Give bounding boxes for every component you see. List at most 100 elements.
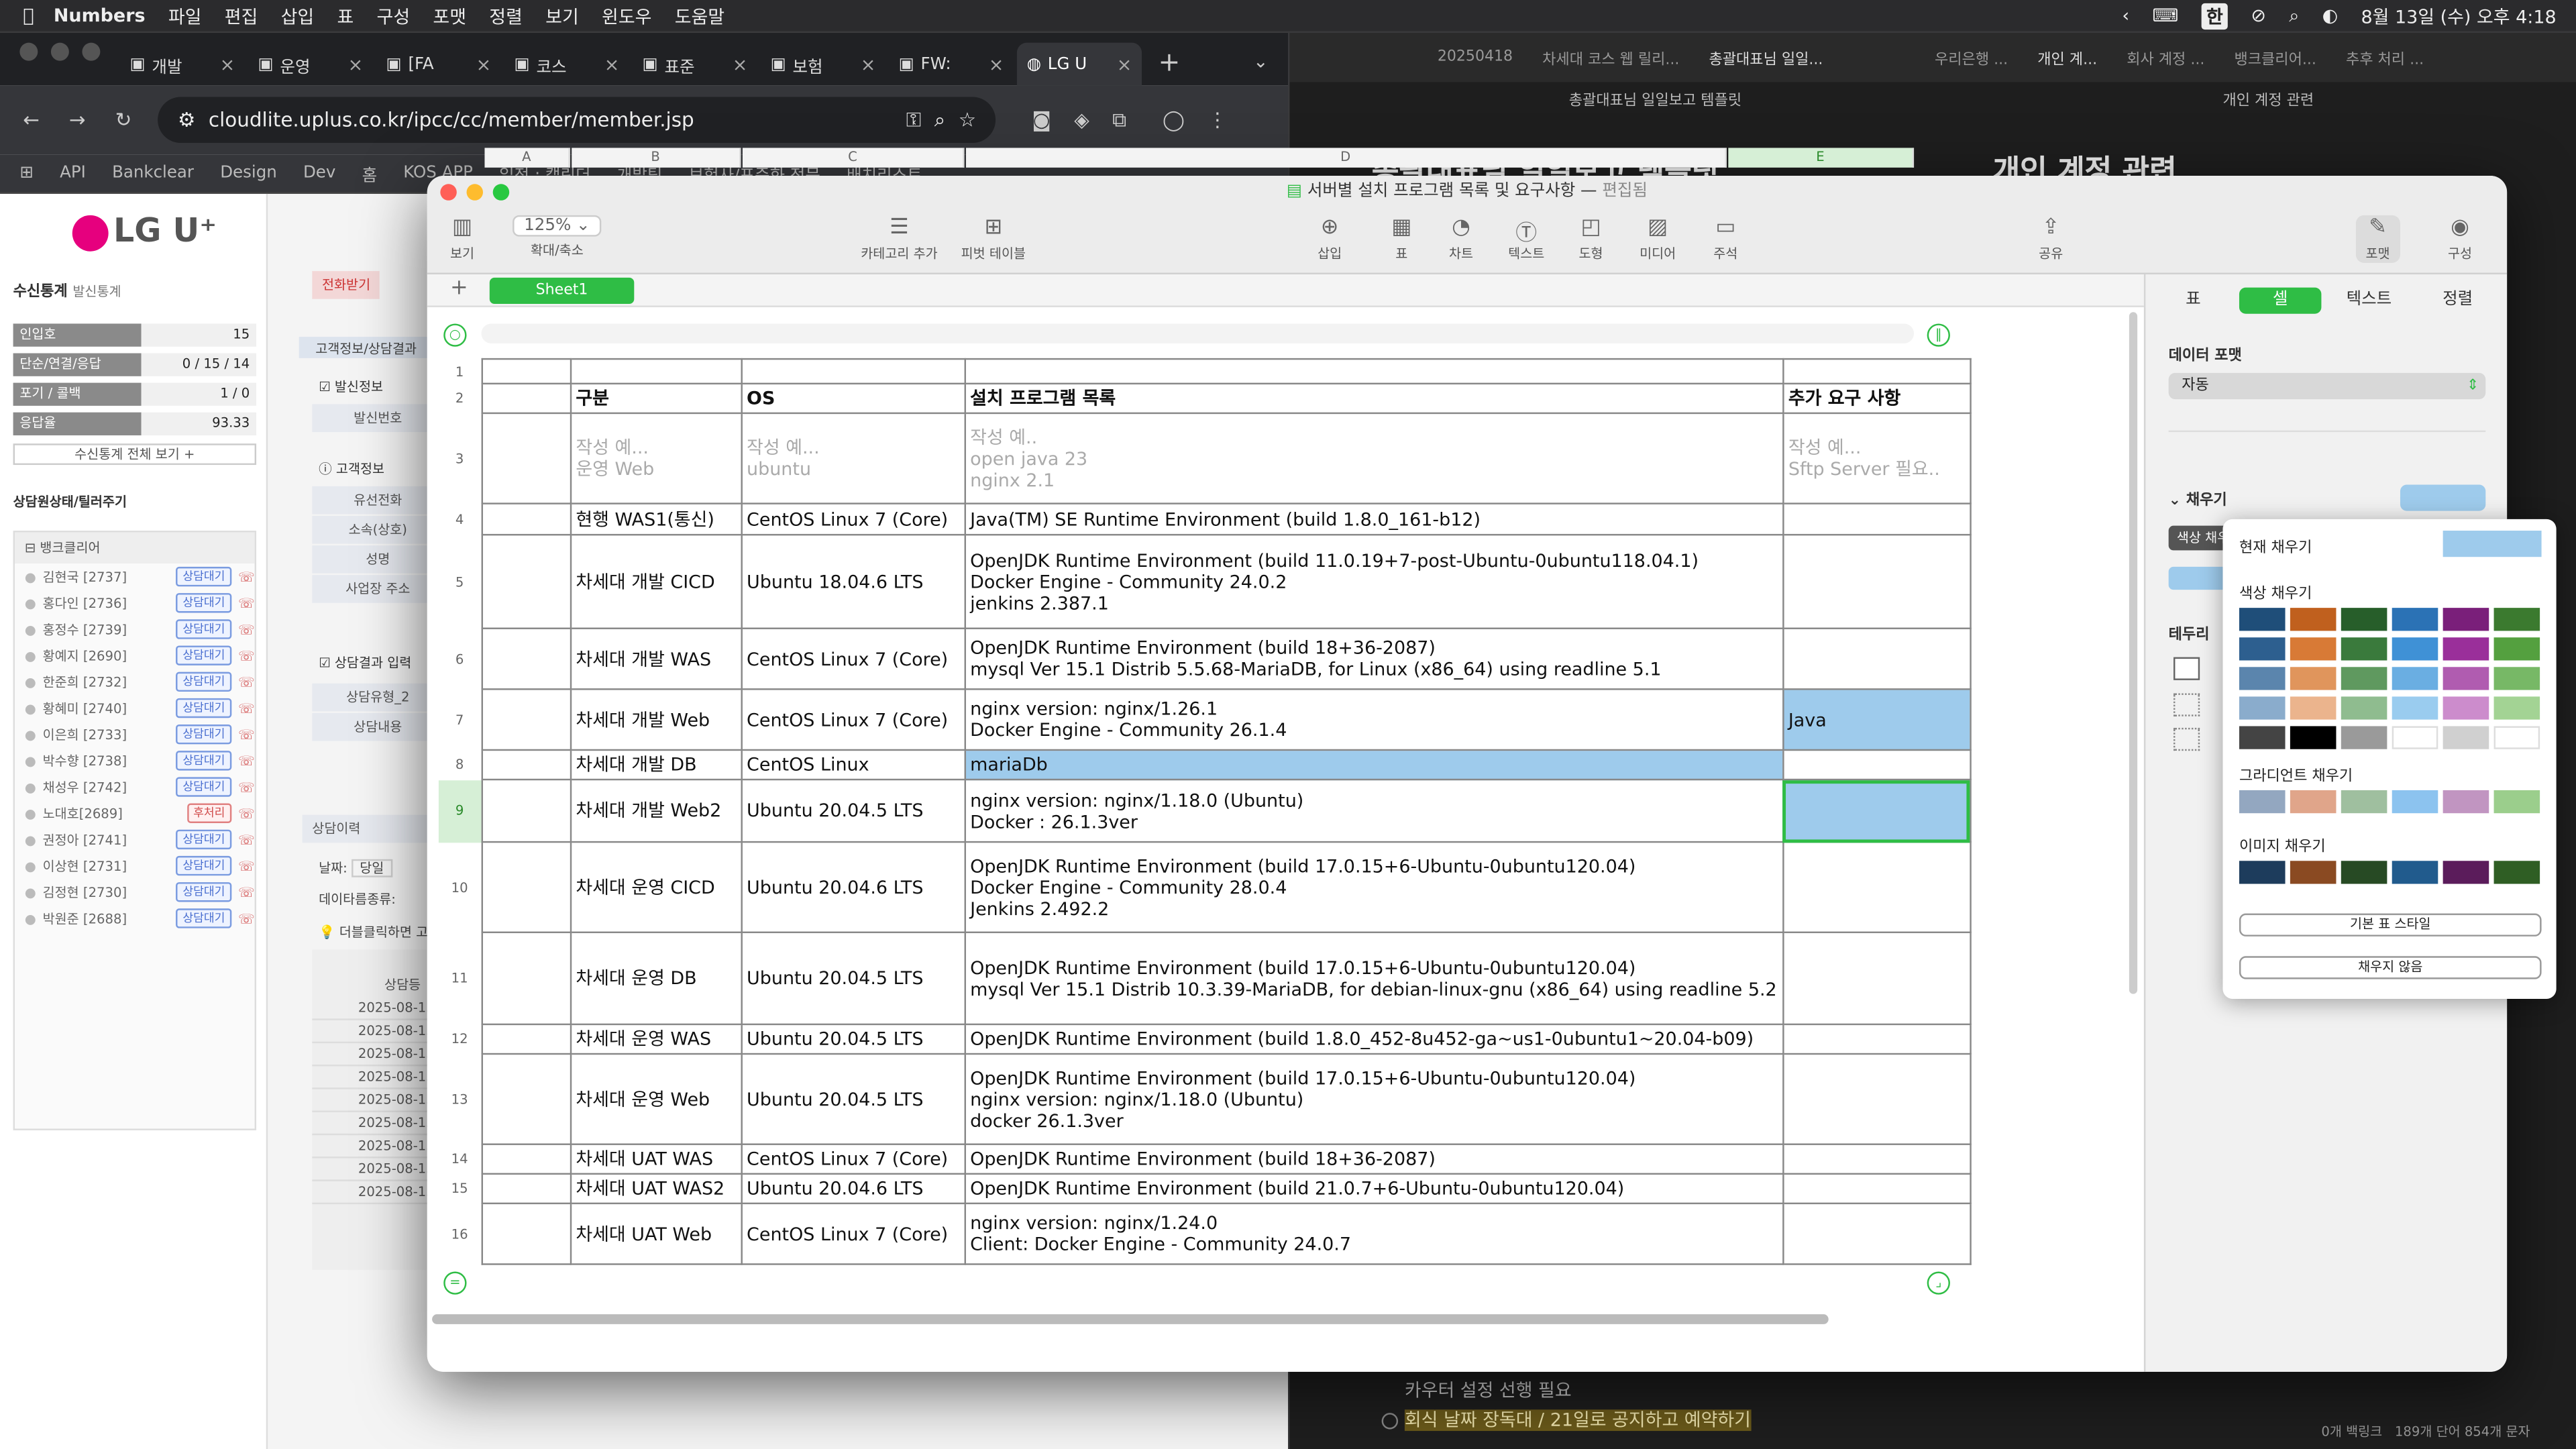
cell-programs[interactable]: mariaDb <box>963 749 1784 781</box>
zoom-select[interactable]: 125% ⌄ <box>513 215 602 237</box>
border-all-icon[interactable] <box>2174 657 2200 680</box>
row-number[interactable]: 13 <box>439 1054 482 1144</box>
menu-table[interactable]: 표 <box>337 3 354 29</box>
cell-os[interactable]: Ubuntu 20.04.5 LTS <box>740 1053 965 1145</box>
row-number[interactable]: 15 <box>439 1174 482 1203</box>
chevron-left-icon[interactable]: ‹ <box>2122 5 2129 26</box>
header-cell-os[interactable]: OS <box>740 382 965 415</box>
zoom-window-button[interactable] <box>492 184 510 201</box>
bookmark-item[interactable]: 홈 <box>362 161 378 186</box>
phone-icon[interactable]: ☏ <box>238 570 255 584</box>
phone-icon[interactable]: ☏ <box>238 648 255 663</box>
row-number[interactable]: 8 <box>439 750 482 780</box>
cell[interactable] <box>480 533 572 629</box>
keyboard-icon[interactable]: ⌨ <box>2152 5 2178 26</box>
cell[interactable] <box>480 358 572 385</box>
color-swatch[interactable] <box>2443 726 2489 749</box>
cell[interactable] <box>480 1023 572 1055</box>
cell-requirements[interactable] <box>1782 1202 1971 1265</box>
row-number[interactable]: 2 <box>439 384 482 413</box>
notes-tab[interactable]: 개인 계... <box>2037 47 2097 68</box>
camera-icon[interactable]: ◙ <box>1032 109 1051 131</box>
cell-os[interactable]: CentOS Linux 7 (Core) <box>740 688 965 751</box>
color-swatch[interactable] <box>2392 696 2438 720</box>
cell-os[interactable]: CentOS Linux 7 (Core) <box>740 627 965 690</box>
menu-app-name[interactable]: Numbers <box>54 5 146 26</box>
checkbox-icon[interactable] <box>1381 1413 1399 1430</box>
cell-category[interactable]: 차세대 UAT WAS2 <box>569 1173 742 1205</box>
zoom-button[interactable]: 125% ⌄ 확대/축소 <box>513 215 602 260</box>
cell-requirements[interactable] <box>1782 1023 1971 1055</box>
color-swatch[interactable] <box>2443 667 2489 690</box>
phone-icon[interactable]: ☏ <box>238 885 255 900</box>
phone-icon[interactable]: ☏ <box>238 622 255 637</box>
cell[interactable] <box>480 688 572 751</box>
column-header[interactable]: E <box>1728 148 1915 168</box>
image-fill-swatch[interactable] <box>2443 861 2489 884</box>
row-number[interactable]: 11 <box>439 932 482 1024</box>
answer-call-button[interactable]: 전화받기 <box>312 271 380 299</box>
color-swatch[interactable] <box>2290 696 2337 720</box>
agent-list-item[interactable]: ● 박수향 [2738] 상담대기 ☏ <box>25 747 255 773</box>
cell-os[interactable]: Ubuntu 20.04.5 LTS <box>740 1023 965 1055</box>
menu-arrange[interactable]: 정렬 <box>489 3 523 29</box>
close-icon[interactable]: × <box>733 54 748 75</box>
notes-tab[interactable]: 20250418 <box>1438 49 1513 65</box>
image-fill-swatch[interactable] <box>2290 861 2337 884</box>
browser-tab[interactable]: ▣ FW: × <box>889 43 1014 86</box>
row-number[interactable]: 14 <box>439 1144 482 1174</box>
minimize-window-button[interactable] <box>50 42 69 61</box>
color-swatch[interactable] <box>2392 726 2438 749</box>
menu-organize[interactable]: 구성 <box>377 3 411 29</box>
cell-os[interactable]: Ubuntu 20.04.5 LTS <box>740 931 965 1026</box>
image-fill-swatch[interactable] <box>2239 861 2286 884</box>
inspector-tab-cell[interactable]: 셀 <box>2239 287 2322 314</box>
close-icon[interactable]: × <box>989 54 1004 75</box>
phone-icon[interactable]: ☏ <box>238 859 255 873</box>
color-swatch[interactable] <box>2290 667 2337 690</box>
color-swatch[interactable] <box>2443 696 2489 720</box>
phone-icon[interactable]: ☏ <box>238 700 255 715</box>
cell-requirements[interactable]: Java <box>1782 688 1971 751</box>
notes-checklist-item[interactable]: 회식 날짜 장독대 / 21일로 공지하고 예약하기 <box>1381 1406 1751 1432</box>
gradient-swatch[interactable] <box>2341 790 2387 814</box>
gradient-swatch[interactable] <box>2290 790 2337 814</box>
color-swatch[interactable] <box>2493 608 2540 631</box>
cell-programs[interactable]: nginx version: nginx/1.26.1 Docker Engine… <box>963 688 1784 751</box>
placeholder-cell[interactable]: 작성 예.. open java 23 nginx 2.1 <box>963 412 1784 504</box>
cell-programs[interactable]: OpenJDK Runtime Environment (build 11.0.… <box>963 533 1784 629</box>
column-header[interactable]: C <box>742 148 965 168</box>
key-icon[interactable]: ⚿ <box>906 107 921 132</box>
horizontal-scrollbar[interactable] <box>432 1314 1829 1324</box>
agent-list-item[interactable]: ● 김정현 [2730] 상담대기 ☏ <box>25 879 255 905</box>
apps-grid-icon[interactable]: ⊞ <box>19 164 34 182</box>
row-number[interactable]: 1 <box>439 359 482 384</box>
cell-requirements[interactable] <box>1782 931 1971 1026</box>
color-swatch[interactable] <box>2239 608 2286 631</box>
color-swatch[interactable] <box>2341 637 2387 661</box>
agent-list-item[interactable]: ● 황혜미 [2740] 상담대기 ☏ <box>25 695 255 721</box>
cell-requirements[interactable] <box>1782 627 1971 690</box>
cell-os[interactable]: CentOS Linux 7 (Core) <box>740 1143 965 1175</box>
image-fill-swatch[interactable] <box>2493 861 2540 884</box>
zoom-window-button[interactable] <box>82 42 101 61</box>
color-swatch[interactable] <box>2239 726 2286 749</box>
row-number[interactable]: 16 <box>439 1203 482 1265</box>
cell-category[interactable]: 차세대 개발 CICD <box>569 533 742 629</box>
color-swatch[interactable] <box>2493 696 2540 720</box>
text-button[interactable]: Ⓣ 텍스트 <box>1508 215 1544 263</box>
bookmark-item[interactable]: Bankclear <box>112 164 194 182</box>
color-swatch[interactable] <box>2493 667 2540 690</box>
cell[interactable] <box>480 749 572 781</box>
row-number[interactable]: 9 <box>438 780 482 843</box>
fill-section[interactable]: ⌄ 채우기 <box>2169 488 2227 509</box>
close-window-button[interactable] <box>440 184 457 201</box>
notes-tab[interactable]: 총괄대표님 일일... <box>1709 47 1823 68</box>
extension-icon[interactable]: ◈ <box>1074 109 1089 131</box>
notes-tab[interactable]: 차세대 코스 웹 릴리... <box>1542 47 1679 68</box>
profile-icon[interactable]: ◯ <box>1163 109 1185 131</box>
agent-list-item[interactable]: ● 홍정수 [2739] 상담대기 ☏ <box>25 616 255 642</box>
control-center-icon[interactable]: ◐ <box>2322 5 2339 26</box>
insert-button[interactable]: ⊕ 삽입 <box>1318 215 1342 263</box>
cell-category[interactable]: 차세대 운영 Web <box>569 1053 742 1145</box>
